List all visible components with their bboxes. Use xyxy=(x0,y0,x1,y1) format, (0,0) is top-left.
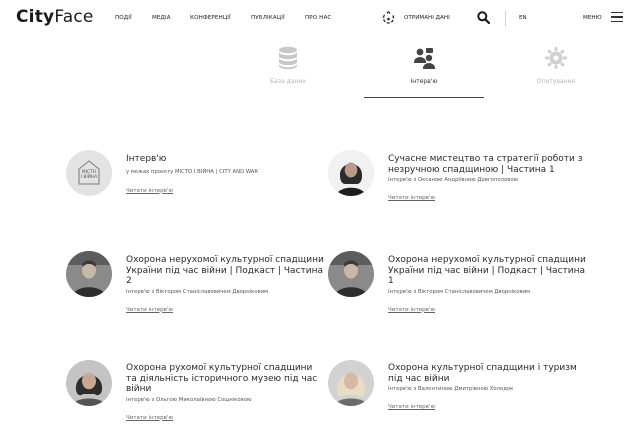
card-subtitle: у межах проєкту МІСТО І ВІЙНА | CITY AND… xyxy=(126,168,259,175)
portrait-photo xyxy=(66,360,112,406)
database-icon xyxy=(279,46,297,70)
portrait-photo xyxy=(328,251,374,297)
read-interview-link[interactable]: Читати інтерв'ю xyxy=(388,307,435,313)
site-header: CityFace ПОДІЇ МЕДІА КОНФЕРЕНЦІЇ ПУБЛІКА… xyxy=(0,0,630,38)
tab-database[interactable]: База даних xyxy=(228,46,348,85)
card-title[interactable]: Охорона культурної спадщини і туризм під… xyxy=(388,363,588,384)
logo-face: Face xyxy=(54,7,94,27)
avatar[interactable] xyxy=(328,150,374,196)
portrait-photo xyxy=(328,150,374,196)
header-divider xyxy=(505,11,506,26)
card-subtitle: Інтерв'ю з Валентиною Дмитрівною Холодок xyxy=(388,386,514,392)
nav-events[interactable]: ПОДІЇ xyxy=(115,15,132,21)
read-interview-link[interactable]: Читати інтерв'ю xyxy=(126,415,173,421)
gear-icon xyxy=(545,47,567,69)
avatar[interactable] xyxy=(66,251,112,297)
portrait-photo xyxy=(328,360,374,406)
tab-database-label: База даних xyxy=(270,78,306,85)
received-data-icon xyxy=(382,11,395,24)
card-subtitle: Інтерв'ю з Віктором Станіславовичем Двор… xyxy=(388,288,531,295)
menu-label[interactable]: МЕНЮ xyxy=(583,15,602,21)
card-title[interactable]: Охорона нерухомої культурної спадщини Ук… xyxy=(388,255,588,287)
hamburger-icon[interactable] xyxy=(611,12,623,25)
avatar[interactable] xyxy=(328,360,374,406)
nav-media[interactable]: МЕДІА xyxy=(152,15,171,21)
logo-city: City xyxy=(16,7,55,27)
tab-interview[interactable]: Інтерв'ю xyxy=(364,46,484,85)
card-title[interactable]: Інтерв'ю xyxy=(126,154,326,165)
nav-conferences[interactable]: КОНФЕРЕНЦІЇ xyxy=(190,15,231,21)
active-tab-underline xyxy=(364,97,484,98)
logo-text: МІСТО І ВІЙНА xyxy=(80,170,98,180)
read-interview-link[interactable]: Читати інтерв'ю xyxy=(388,195,435,201)
received-data-label: ОТРИМАНІ ДАНІ xyxy=(404,15,450,21)
nav-about[interactable]: ПРО НАС xyxy=(305,15,331,21)
tab-survey-label: Опитування xyxy=(536,78,576,85)
search-icon[interactable] xyxy=(477,11,490,24)
read-interview-link[interactable]: Читати інтерв'ю xyxy=(126,188,173,194)
avatar[interactable]: МІСТО І ВІЙНА xyxy=(66,150,112,196)
tab-survey[interactable]: Опитування xyxy=(496,46,616,85)
read-interview-link[interactable]: Читати інтерв'ю xyxy=(126,307,173,313)
card-title[interactable]: Охорона рухомої культурної спадщини та д… xyxy=(126,363,326,395)
received-data-link[interactable]: ОТРИМАНІ ДАНІ xyxy=(381,10,450,26)
site-logo[interactable]: CityFace xyxy=(16,7,94,27)
language-switch[interactable]: EN xyxy=(519,15,527,21)
interview-icon xyxy=(414,48,435,69)
read-interview-link[interactable]: Читати інтерв'ю xyxy=(388,404,435,410)
card-subtitle: Інтерв'ю з Оксаною Андріївною Довгополов… xyxy=(388,177,519,183)
avatar[interactable] xyxy=(328,251,374,297)
card-subtitle: Інтерв'ю з Віктором Станіславовичем Двор… xyxy=(126,288,269,295)
card-subtitle: Інтерв'ю з Ольгою Миколаївною Сощніковою xyxy=(126,396,252,403)
nav-publications[interactable]: ПУБЛІКАЦІЇ xyxy=(251,15,285,21)
card-title[interactable]: Охорона нерухомої культурної спадщини Ук… xyxy=(126,255,326,287)
card-title[interactable]: Сучасне мистецтво та стратегії роботи з … xyxy=(388,154,588,175)
tab-interview-label: Інтерв'ю xyxy=(410,78,438,85)
portrait-photo xyxy=(66,251,112,297)
avatar[interactable] xyxy=(66,360,112,406)
